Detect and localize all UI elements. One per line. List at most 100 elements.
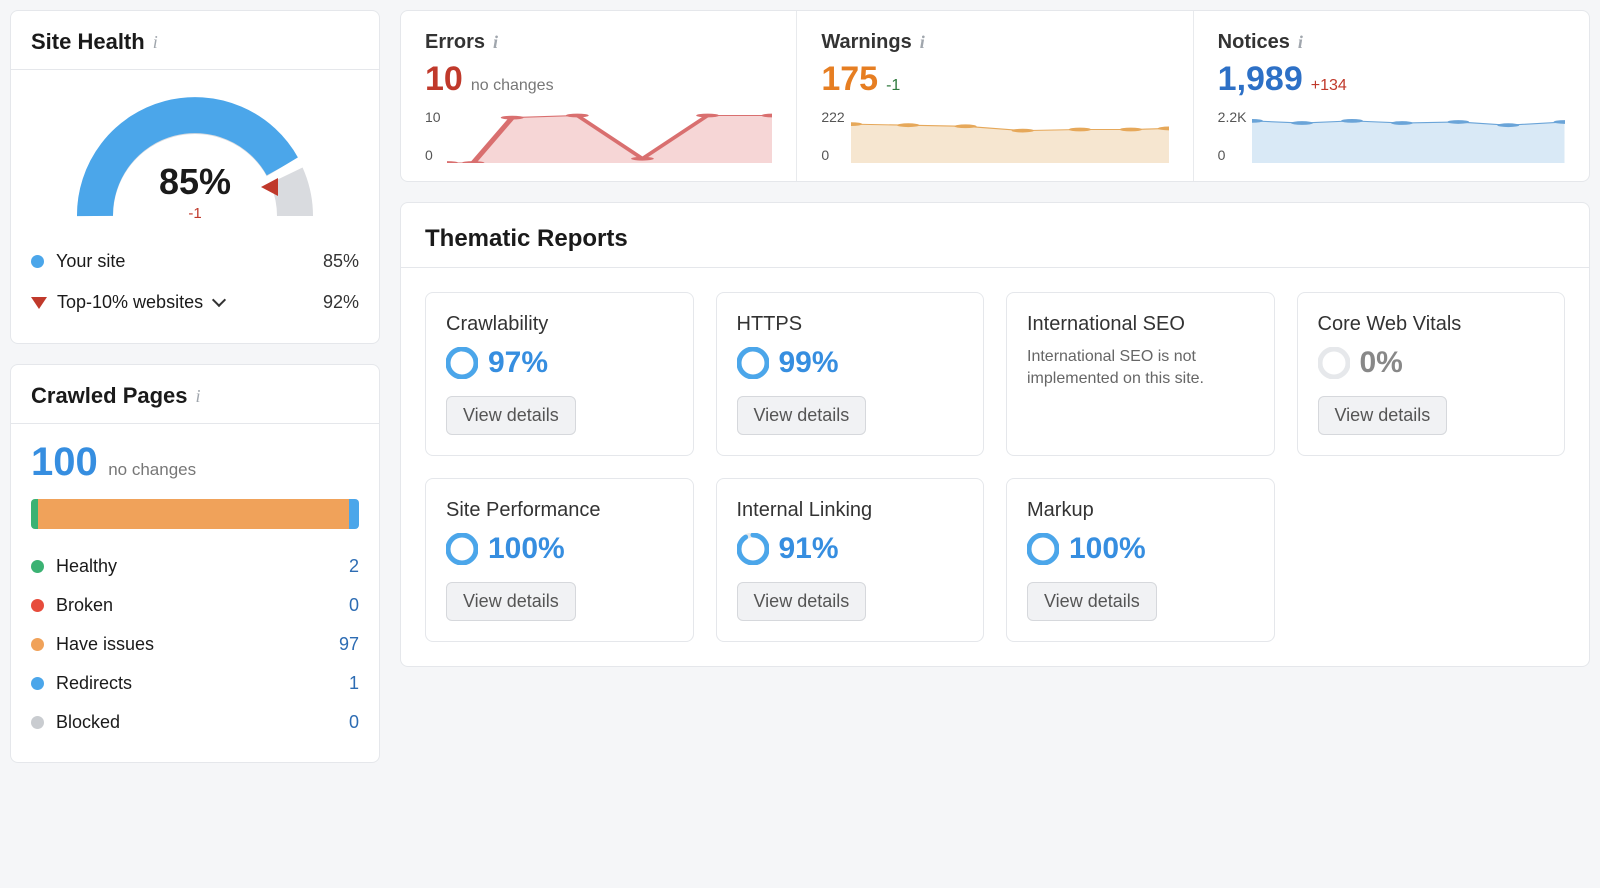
thematic-message: International SEO is not implemented on … — [1027, 346, 1254, 391]
legend-row[interactable]: Healthy2 — [31, 547, 359, 586]
site-health-legend: Your site 85%Top-10% websites 92% — [31, 241, 359, 323]
legend-label: Broken — [56, 595, 349, 616]
spark-tick-top: 10 — [425, 109, 441, 125]
gauge-delta: -1 — [31, 205, 359, 222]
legend-label: Your site — [56, 251, 323, 272]
stat-change: +134 — [1311, 77, 1347, 95]
stat-title: Notices — [1218, 31, 1290, 54]
stat-count: 1,989 — [1218, 60, 1303, 99]
legend-label: Redirects — [56, 673, 349, 694]
thematic-card-title: International SEO — [1027, 313, 1254, 336]
thematic-card: Site Performance 100% View details — [425, 478, 694, 642]
legend-value: 2 — [349, 556, 359, 577]
sparkline-chart — [851, 109, 1169, 163]
legend-row[interactable]: Broken0 — [31, 586, 359, 625]
donut-icon — [446, 533, 478, 565]
thematic-card-title: Site Performance — [446, 499, 673, 522]
spark-tick-bot: 0 — [821, 147, 844, 163]
thematic-card-title: Markup — [1027, 499, 1254, 522]
thematic-card-title: Crawlability — [446, 313, 673, 336]
site-health-gauge: 85% -1 — [31, 86, 359, 231]
legend-value: 97 — [339, 634, 359, 655]
donut-icon — [737, 533, 769, 565]
info-icon[interactable]: i — [920, 32, 925, 53]
thematic-percent: 91% — [779, 532, 839, 566]
legend-row[interactable]: Redirects1 — [31, 664, 359, 703]
thematic-card: Crawlability 97% View details — [425, 292, 694, 456]
legend-value: 0 — [349, 712, 359, 733]
thematic-percent: 97% — [488, 346, 548, 380]
gauge-percent: 85% — [31, 161, 359, 203]
dot-icon — [31, 599, 44, 612]
thematic-card: Internal Linking 91% View details — [716, 478, 985, 642]
legend-value: 1 — [349, 673, 359, 694]
crawled-note: no changes — [108, 460, 196, 479]
dot-icon — [31, 255, 44, 268]
stat-change: no changes — [471, 77, 554, 95]
thematic-card: HTTPS 99% View details — [716, 292, 985, 456]
thematic-card-title: Core Web Vitals — [1318, 313, 1545, 336]
view-details-button[interactable]: View details — [446, 396, 576, 435]
thematic-reports-card: Thematic Reports Crawlability 97% View d… — [400, 202, 1590, 667]
donut-icon — [737, 347, 769, 379]
stat-change: -1 — [886, 77, 900, 95]
dot-icon — [31, 638, 44, 651]
view-details-button[interactable]: View details — [446, 582, 576, 621]
chevron-down-icon[interactable] — [212, 293, 226, 307]
crawled-legend: Healthy2Broken0Have issues97Redirects1Bl… — [31, 547, 359, 742]
sparkline-chart — [1252, 109, 1565, 163]
info-icon[interactable]: i — [1298, 32, 1303, 53]
stat-column-warnings: Warnings i 175 -1 222 0 — [797, 11, 1193, 181]
thematic-card-title: Internal Linking — [737, 499, 964, 522]
stat-column-notices: Notices i 1,989 +134 2.2K 0 — [1194, 11, 1589, 181]
site-health-card: Site Health i 85% — [10, 10, 380, 344]
legend-row[interactable]: Have issues97 — [31, 625, 359, 664]
crawled-count: 100 — [31, 440, 98, 485]
spark-tick-bot: 0 — [1218, 147, 1247, 163]
stat-column-errors: Errorsi 10 no changes 10 0 — [401, 11, 797, 181]
thematic-title: Thematic Reports — [401, 203, 1589, 268]
spark-tick-top: 222 — [821, 109, 844, 125]
stats-card: Errorsi 10 no changes 100 Warningsi 175 … — [400, 10, 1590, 182]
legend-label: Blocked — [56, 712, 349, 733]
view-details-button[interactable]: View details — [1027, 582, 1157, 621]
legend-value: 85% — [323, 251, 359, 272]
thematic-card: Markup 100% View details — [1006, 478, 1275, 642]
crawled-pages-card: Crawled Pages i 100 no changes Healthy2B… — [10, 364, 380, 763]
thematic-card-title: HTTPS — [737, 313, 964, 336]
dot-icon — [31, 560, 44, 573]
triangle-down-icon — [31, 297, 47, 309]
stat-count: 10 — [425, 60, 463, 99]
thematic-percent: 99% — [779, 346, 839, 380]
info-icon[interactable]: i — [196, 386, 201, 407]
stat-count: 175 — [821, 60, 878, 99]
progress-segment — [349, 499, 359, 529]
legend-row: Your site 85% — [31, 241, 359, 282]
spark-tick-top: 2.2K — [1218, 109, 1247, 125]
legend-label: Have issues — [56, 634, 339, 655]
legend-row[interactable]: Top-10% websites 92% — [31, 282, 359, 323]
legend-label: Top-10% websites — [57, 292, 323, 313]
legend-value: 92% — [323, 292, 359, 313]
info-icon[interactable]: i — [493, 32, 498, 53]
spark-tick-bot: 0 — [425, 147, 441, 163]
view-details-button[interactable]: View details — [737, 396, 867, 435]
legend-label: Healthy — [56, 556, 349, 577]
thematic-card: Core Web Vitals 0% View details — [1297, 292, 1566, 456]
sparkline-chart — [447, 109, 773, 163]
dot-icon — [31, 677, 44, 690]
view-details-button[interactable]: View details — [737, 582, 867, 621]
crawled-pages-title: Crawled Pages — [31, 383, 188, 409]
donut-icon — [1318, 347, 1350, 379]
legend-row[interactable]: Blocked0 — [31, 703, 359, 742]
donut-icon — [446, 347, 478, 379]
info-icon[interactable]: i — [153, 32, 158, 53]
stat-title: Warnings — [821, 31, 911, 54]
thematic-percent: 100% — [488, 532, 565, 566]
crawled-progress-bar — [31, 499, 359, 529]
thematic-percent: 100% — [1069, 532, 1146, 566]
stat-title: Errors — [425, 31, 485, 54]
thematic-card: International SEO International SEO is no… — [1006, 292, 1275, 456]
view-details-button[interactable]: View details — [1318, 396, 1448, 435]
site-health-title: Site Health — [31, 29, 145, 55]
